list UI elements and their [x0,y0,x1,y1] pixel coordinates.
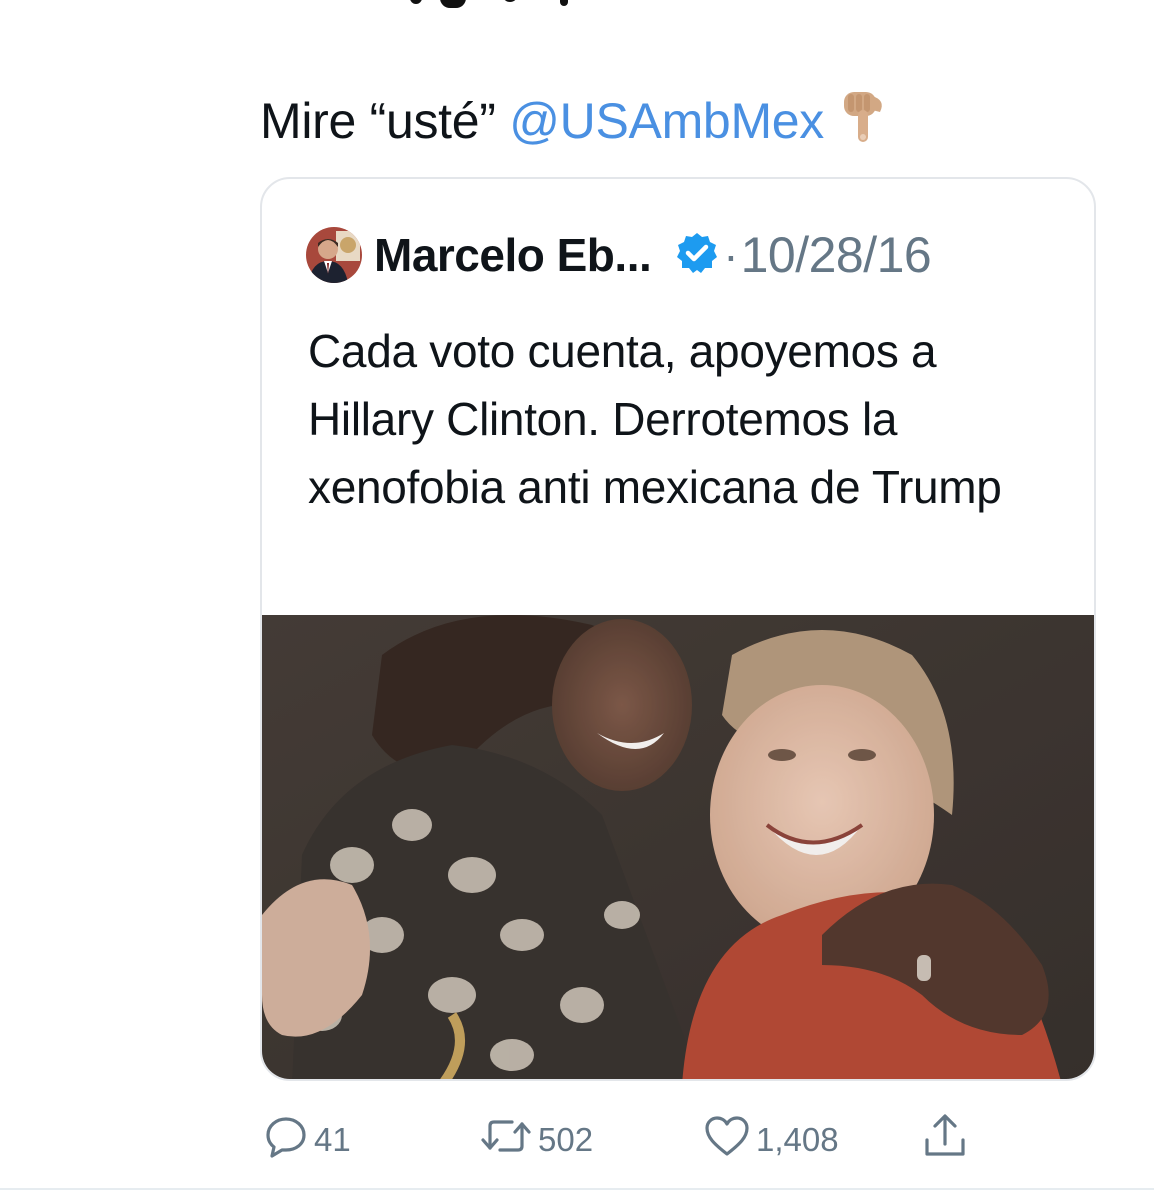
reply-icon [264,1114,308,1166]
verified-badge-icon [675,231,719,280]
share-icon [922,1112,968,1168]
quoted-tweet-date[interactable]: 10/28/16 [741,226,932,284]
tweet-text-prefix: Mire “usté” [260,93,510,149]
backhand-index-pointing-down-icon [842,88,888,156]
mention-link[interactable]: @USAmbMex [509,93,824,149]
separator-dot: · [723,229,739,281]
tweet-text: Mire “usté” @USAmbMex [260,88,888,156]
cropped-previous-text [410,0,600,8]
avatar[interactable] [306,227,362,283]
retweet-count: 502 [538,1121,594,1158]
retweet-icon [480,1114,532,1166]
quoted-tweet-header: Marcelo Eb... · 10/28/16 [306,225,932,285]
share-button[interactable] [922,1112,968,1168]
heart-icon [704,1114,750,1166]
quoted-tweet-photo[interactable] [262,615,1094,1079]
quoted-tweet-card[interactable]: Marcelo Eb... · 10/28/16 Cada voto cuent… [260,177,1096,1081]
tweet-actions: 41 502 1,408 [0,1112,1154,1168]
divider [0,1188,1154,1190]
tweet-detail-view: Mire “usté” @USAmbMex Marcelo Eb... · 10… [0,0,1154,1200]
quoted-tweet-text: Cada voto cuenta, apoyemos a Hillary Cli… [308,325,1002,513]
like-button[interactable]: 1,408 [704,1112,839,1168]
like-count: 1,408 [756,1121,839,1158]
reply-count: 41 [314,1121,351,1158]
quoted-author-name[interactable]: Marcelo Eb... [374,228,652,282]
retweet-button[interactable]: 502 [480,1112,593,1168]
reply-button[interactable]: 41 [264,1112,351,1168]
